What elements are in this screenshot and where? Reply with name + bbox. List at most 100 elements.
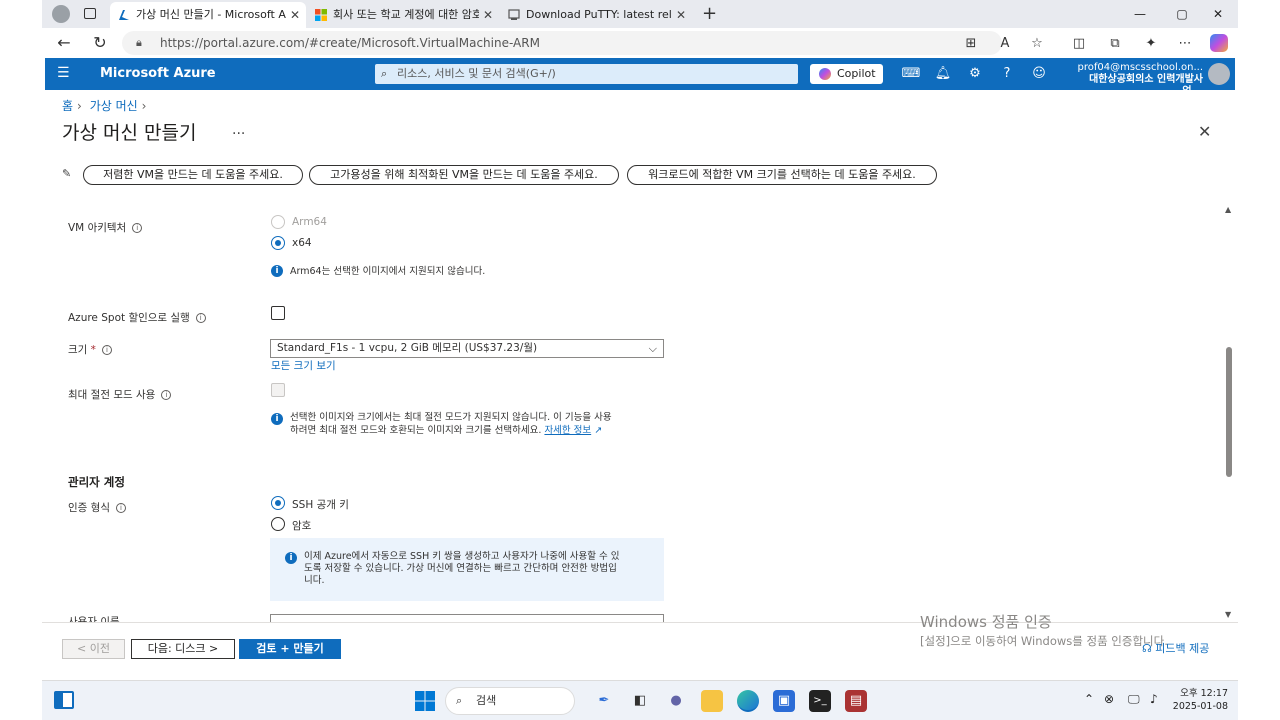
close-blade-button[interactable]: ✕ — [1198, 122, 1211, 141]
page-title: 가상 머신 만들기 — [62, 122, 197, 144]
help-icon[interactable]: ? — [997, 64, 1017, 84]
arch-x64-radio[interactable] — [271, 236, 285, 250]
read-aloud-icon[interactable]: A — [996, 35, 1014, 53]
edge-browser-icon[interactable] — [737, 690, 759, 712]
auth-ssh-radio[interactable] — [271, 496, 285, 510]
tab-putty[interactable]: Download PuTTY: latest release (0 ✕ — [500, 2, 692, 28]
minimize-button[interactable]: — — [1128, 4, 1152, 24]
azure-brand[interactable]: Microsoft Azure — [100, 58, 216, 90]
global-search-input[interactable]: ⌕ 리소스, 서비스 및 문서 검색(G+/) — [375, 64, 798, 84]
new-tab-button[interactable]: + — [702, 2, 717, 26]
scrollbar-thumb[interactable] — [1226, 347, 1232, 477]
address-bar[interactable]: 🔒︎ https://portal.azure.com/#create/Micr… — [122, 31, 1002, 55]
account-info[interactable]: prof04@mscsschool.on... 대한상공회의소 인력개발사업..… — [1073, 62, 1204, 98]
prompt-vm-size[interactable]: 워크로드에 적합한 VM 크기를 선택하는 데 도움을 주세요. — [627, 165, 937, 185]
network-icon[interactable]: 🖵︎ — [1128, 692, 1140, 707]
feedback-icon[interactable]: ☺ — [1029, 64, 1049, 84]
more-menu-icon[interactable]: ⋯ — [1176, 35, 1194, 53]
info-filled-icon: i — [271, 413, 283, 425]
info-icon[interactable]: i — [195, 313, 206, 323]
auth-label: 인증 형식 i — [68, 500, 126, 515]
prompt-cheap-vm[interactable]: 저렴한 VM을 만드는 데 도움을 주세요. — [83, 165, 303, 185]
collections-icon[interactable]: ⧉ — [1106, 35, 1124, 53]
info-icon[interactable]: i — [115, 503, 126, 513]
external-link-icon: ↗ — [594, 425, 603, 436]
info-icon[interactable]: i — [161, 390, 172, 400]
hibernate-checkbox[interactable] — [271, 383, 285, 397]
copilot-prompt-icon: ✎ — [62, 167, 72, 180]
copilot-label: Copilot — [837, 67, 876, 80]
task-view-icon[interactable]: ◧ — [629, 690, 651, 712]
auth-password-radio[interactable] — [271, 517, 285, 531]
extensions-icon[interactable]: ✦ — [1142, 35, 1160, 53]
all-sizes-link[interactable]: 모든 크기 보기 — [271, 358, 336, 373]
store-icon[interactable]: ▣ — [773, 690, 795, 712]
file-explorer-icon[interactable] — [701, 690, 723, 712]
back-icon[interactable]: ← — [54, 33, 74, 53]
prompt-ha-vm[interactable]: 고가용성을 위해 최적화된 VM을 만드는 데 도움을 주세요. — [309, 165, 619, 185]
spot-checkbox[interactable] — [271, 306, 285, 320]
learn-more-link[interactable]: 자세한 정보 — [544, 425, 591, 436]
arch-arm64-radio[interactable] — [271, 215, 285, 229]
review-create-button[interactable]: 검토 + 만들기 — [239, 639, 341, 659]
menu-hamburger-icon[interactable]: ☰ — [57, 65, 70, 81]
favorite-star-icon[interactable]: ☆ — [1028, 35, 1046, 53]
terminal-icon[interactable]: >_ — [809, 690, 831, 712]
azure-top-bar: ☰ Microsoft Azure ⌕ 리소스, 서비스 및 문서 검색(G+/… — [45, 58, 1235, 97]
url-text[interactable]: https://portal.azure.com/#create/Microso… — [160, 31, 540, 55]
copilot-button[interactable]: Copilot — [810, 64, 883, 84]
pen-app-icon[interactable]: ✒ — [593, 690, 615, 712]
taskbar-clock[interactable]: 오후 12:17 2025-01-08 — [1170, 687, 1228, 713]
username-input[interactable] — [270, 614, 664, 622]
chevron-down-icon: ⌵ — [648, 342, 657, 355]
previous-button[interactable]: < 이전 — [62, 639, 125, 659]
close-window-button[interactable]: ✕ — [1206, 4, 1230, 24]
tab-actions-icon[interactable] — [84, 8, 96, 19]
app-available-icon[interactable]: ⊞ — [962, 35, 980, 53]
notifications-bell-icon[interactable]: 🔔︎ — [933, 64, 953, 84]
info-icon[interactable]: i — [101, 345, 112, 355]
cloud-shell-icon[interactable]: ⌨ — [901, 64, 921, 84]
more-options-button[interactable]: ... — [232, 122, 245, 138]
breadcrumb-home[interactable]: 홈 — [62, 99, 73, 113]
teams-chat-icon[interactable]: ● — [665, 690, 687, 712]
required-asterisk: * — [90, 344, 96, 356]
putty-taskbar-icon[interactable]: ▤ — [845, 690, 867, 712]
tray-overflow-icon[interactable]: ⌃ — [1084, 692, 1094, 706]
tab-close-icon[interactable]: ✕ — [676, 2, 686, 28]
split-screen-icon[interactable]: ◫ — [1070, 35, 1088, 53]
windows-start-icon[interactable] — [415, 691, 435, 711]
scroll-down-icon[interactable]: ▼ — [1225, 610, 1231, 619]
arch-label-text: VM 아키텍처 — [68, 222, 127, 234]
feedback-link[interactable]: ☊ 피드백 제공 — [1142, 639, 1209, 659]
copilot-edge-icon[interactable] — [1210, 34, 1228, 52]
tray-app-icon[interactable]: ⊗ — [1104, 692, 1114, 706]
arch-x64-label: x64 — [292, 237, 312, 249]
volume-icon[interactable]: ♪ — [1150, 692, 1158, 706]
feedback-label: 피드백 제공 — [1155, 642, 1210, 655]
tab-close-icon[interactable]: ✕ — [483, 2, 493, 28]
refresh-icon[interactable]: ↻ — [90, 33, 110, 53]
account-user: prof04@mscsschool.on... — [1077, 62, 1204, 73]
widgets-icon[interactable] — [54, 691, 74, 709]
next-disks-button[interactable]: 다음: 디스크 > — [131, 639, 235, 659]
size-label: 크기 * i — [68, 342, 112, 357]
scrollbar[interactable]: ▲ ▼ — [1224, 205, 1234, 619]
tab-password[interactable]: 회사 또는 학교 계정에 대한 암호 ✕ — [307, 2, 499, 28]
ssh-info-box: i 이제 Azure에서 자동으로 SSH 키 쌍을 생성하고 사용자가 나중에… — [270, 538, 664, 601]
taskbar-search[interactable]: ⌕ 검색 — [445, 687, 575, 715]
avatar[interactable] — [1208, 63, 1230, 85]
profile-icon[interactable] — [52, 5, 70, 23]
putty-icon — [508, 9, 520, 20]
maximize-button[interactable]: ▢ — [1170, 4, 1194, 24]
scroll-up-icon[interactable]: ▲ — [1225, 205, 1231, 214]
size-dropdown-value: Standard_F1s - 1 vcpu, 2 GiB 메모리 (US$37.… — [277, 342, 538, 354]
info-icon[interactable]: i — [132, 223, 143, 233]
spot-label: Azure Spot 할인으로 실행 i — [68, 310, 206, 325]
settings-gear-icon[interactable]: ⚙ — [965, 64, 985, 84]
breadcrumb-vm[interactable]: 가상 머신 — [90, 99, 138, 113]
tab-azure[interactable]: 가상 머신 만들기 - Microsoft Azure ✕ — [110, 2, 306, 28]
size-dropdown[interactable]: Standard_F1s - 1 vcpu, 2 GiB 메모리 (US$37.… — [270, 339, 664, 358]
tab-close-icon[interactable]: ✕ — [290, 2, 300, 28]
address-row: ← ↻ 🔒︎ https://portal.azure.com/#create/… — [42, 28, 1238, 58]
